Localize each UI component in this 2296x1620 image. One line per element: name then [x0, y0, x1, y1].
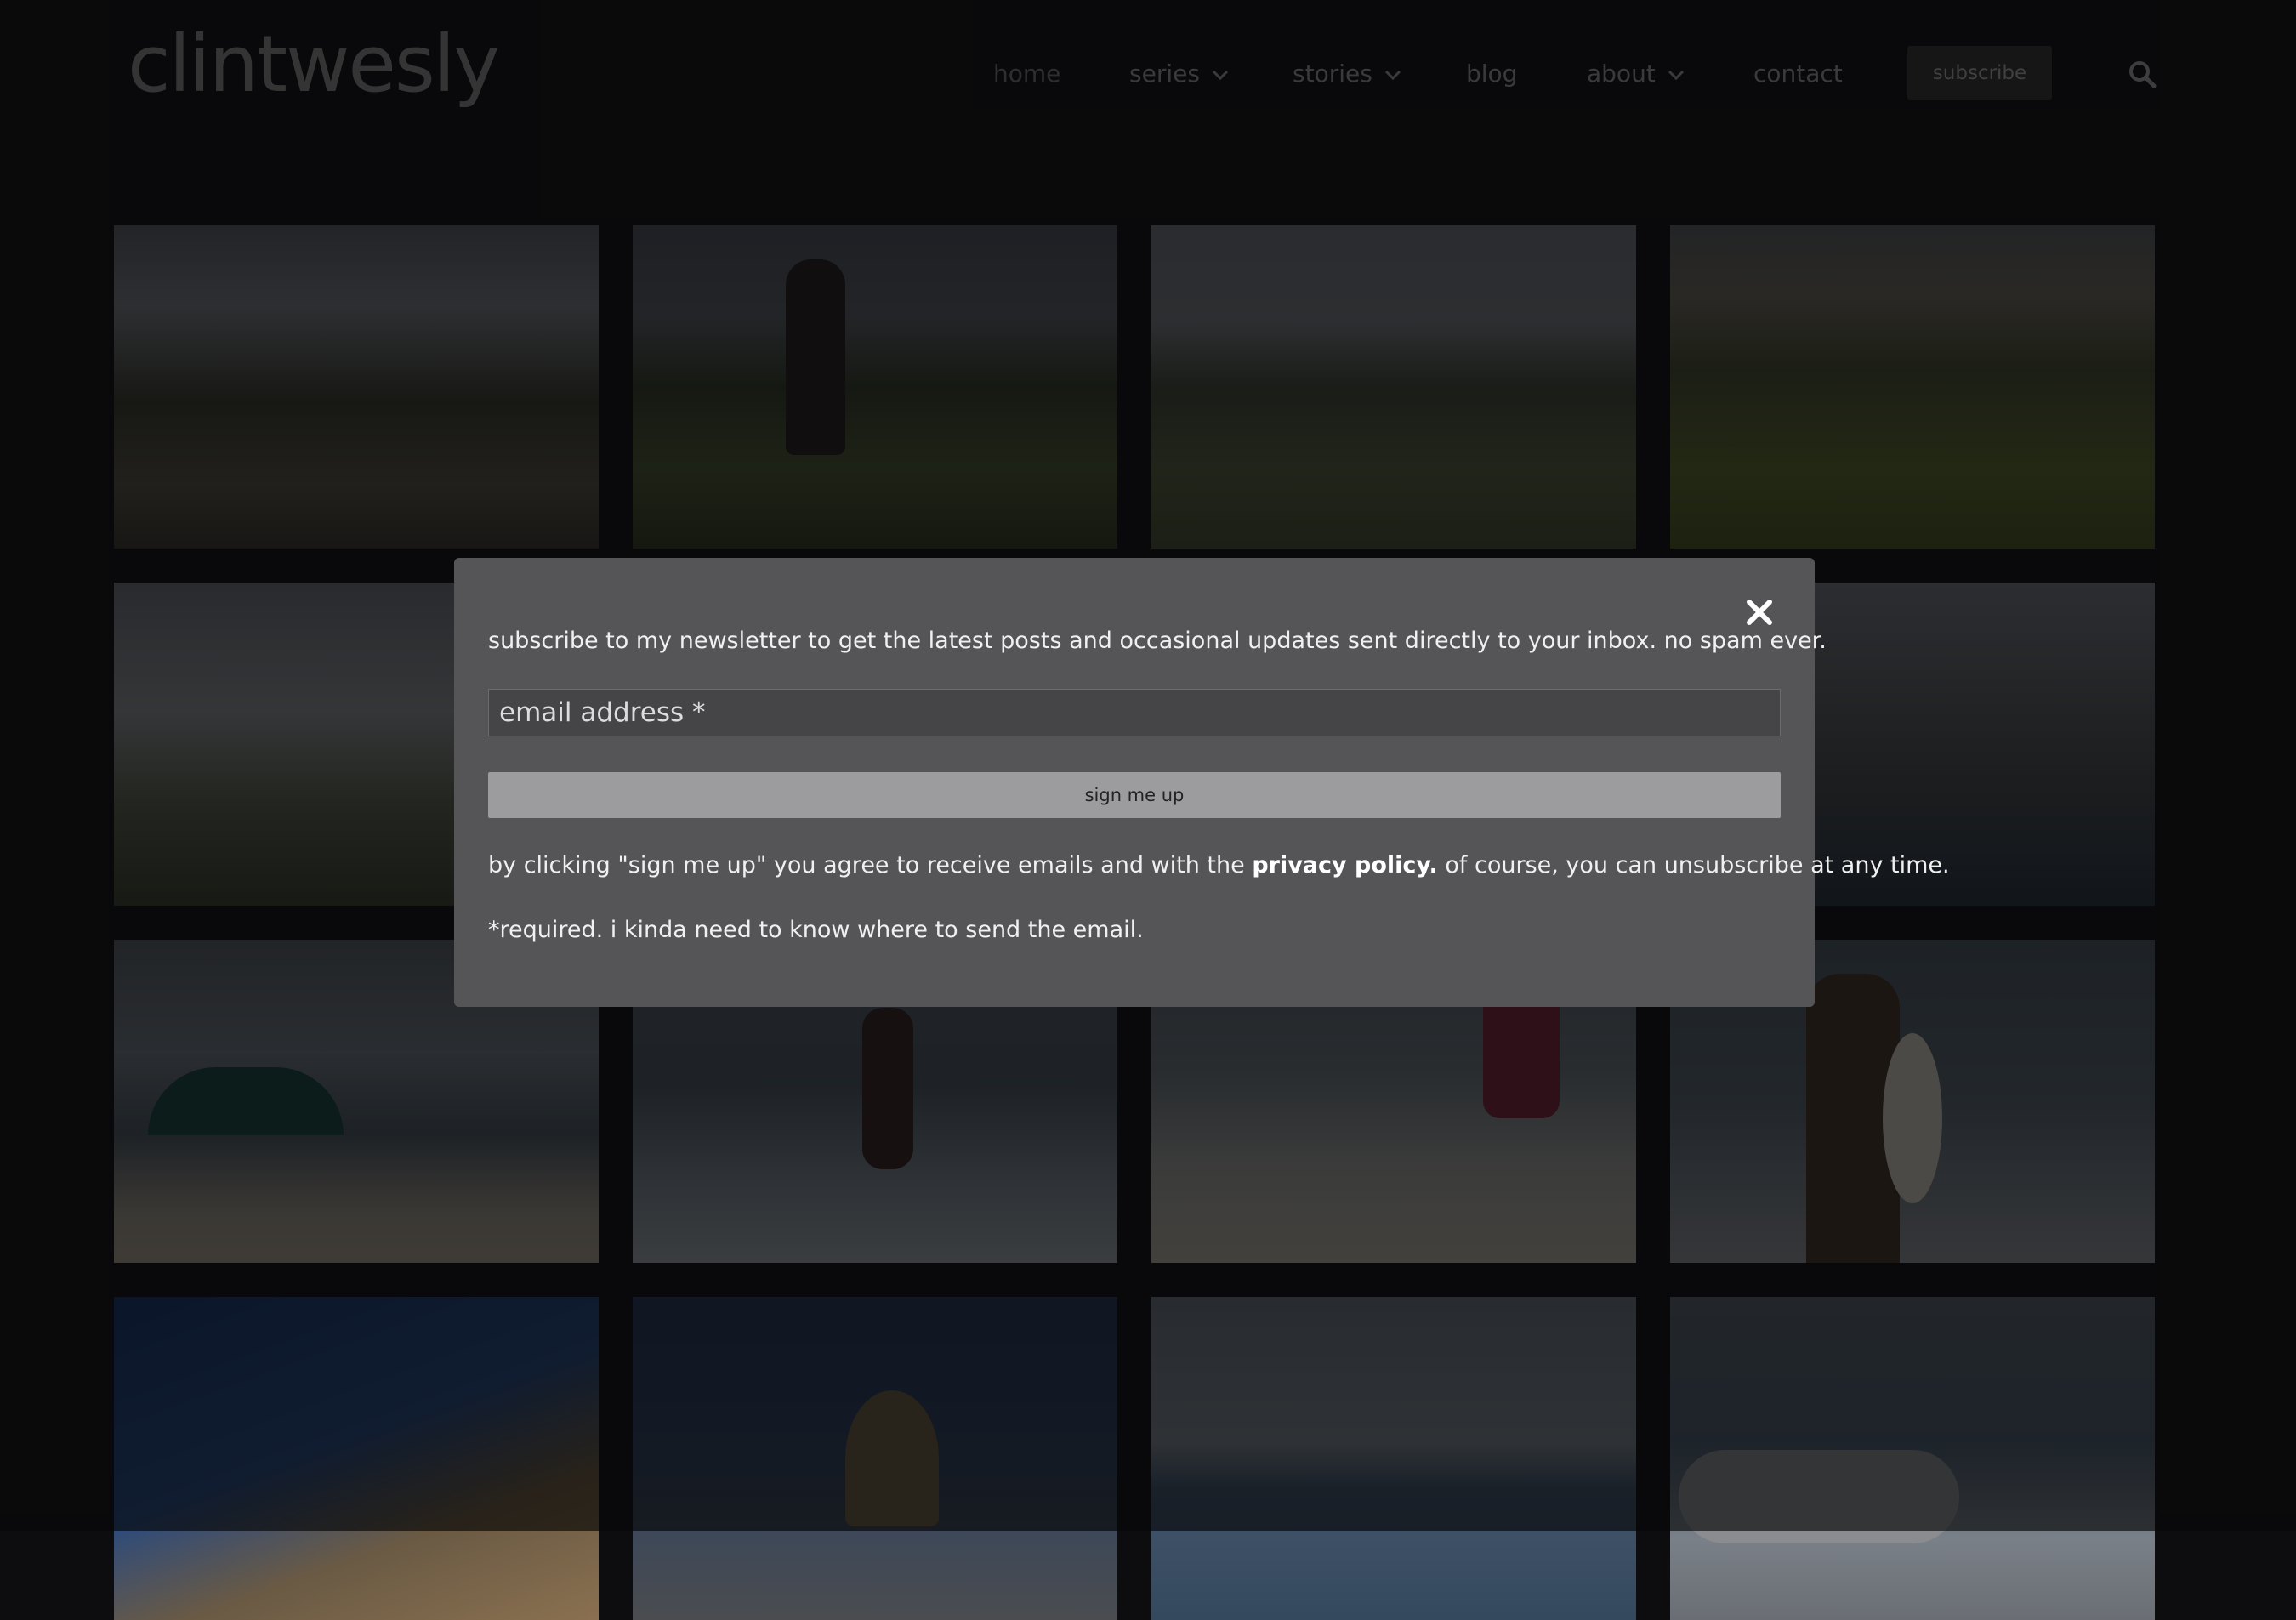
- newsletter-intro: subscribe to my newsletter to get the la…: [488, 628, 1827, 654]
- sign-me-up-button[interactable]: sign me up: [488, 772, 1781, 818]
- email-input[interactable]: [488, 689, 1781, 736]
- newsletter-modal: subscribe to my newsletter to get the la…: [454, 558, 1950, 1007]
- close-icon[interactable]: [1742, 595, 1776, 629]
- consent-text: by clicking "sign me up" you agree to re…: [488, 852, 1950, 878]
- consent-text-after: of course, you can unsubscribe at any ti…: [1437, 852, 1950, 878]
- consent-text-before: by clicking "sign me up" you agree to re…: [488, 852, 1253, 878]
- required-note: *required. i kinda need to know where to…: [488, 917, 1144, 943]
- privacy-policy-link[interactable]: privacy policy.: [1252, 852, 1438, 878]
